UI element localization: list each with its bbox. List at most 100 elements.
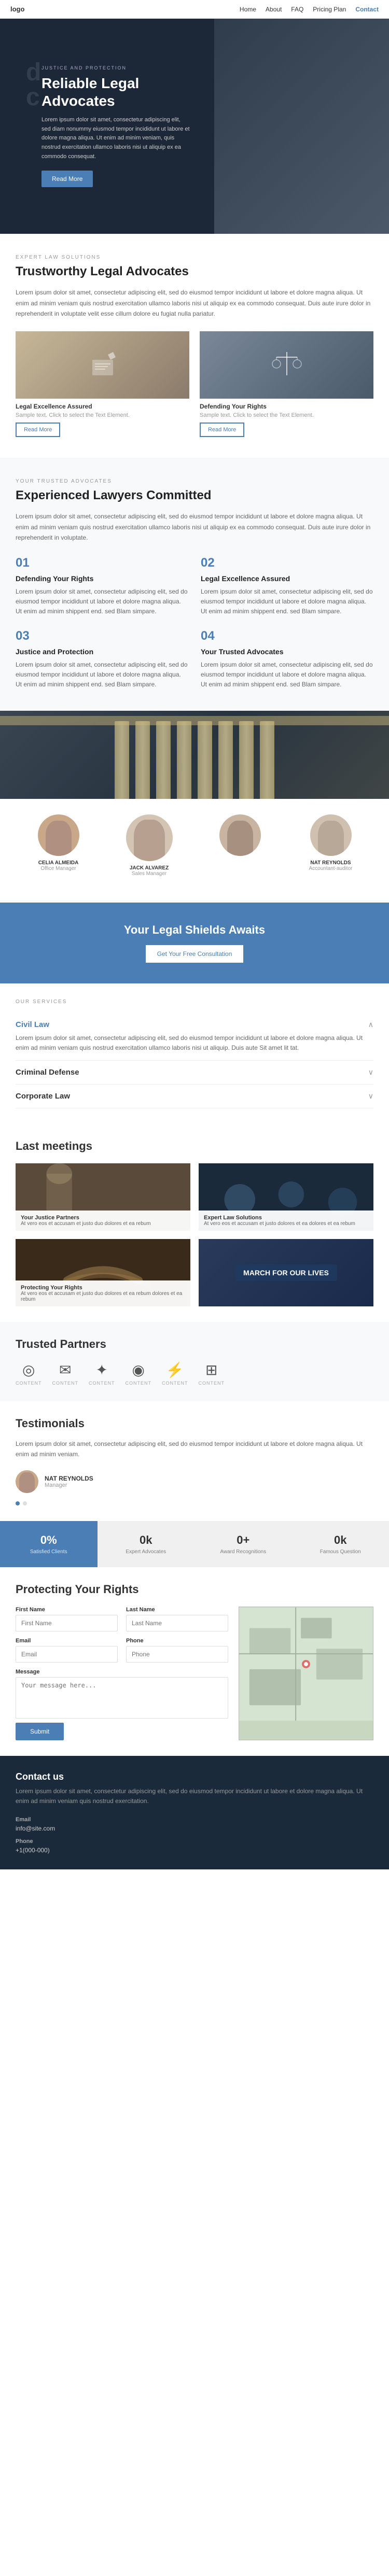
team-member-0-name: CELIA ALMEIDA <box>18 860 99 866</box>
service-corporate-law-header[interactable]: Corporate Law ∨ <box>16 1092 373 1101</box>
testimonial-avatar <box>16 1470 38 1493</box>
service-criminal-defense-name: Criminal Defense <box>16 1068 79 1077</box>
partner-label-4: CONTENT <box>162 1381 188 1386</box>
dot-1[interactable] <box>23 1501 27 1505</box>
stat-num-0: 0% <box>5 1533 92 1547</box>
dot-0[interactable] <box>16 1501 20 1505</box>
partner-logo-2: ✦ CONTENT <box>89 1361 115 1386</box>
contact-title: Contact us <box>16 1771 373 1782</box>
partners-section: Trusted Partners ◎ CONTENT ✉ CONTENT ✦ C… <box>0 1322 389 1401</box>
shield-title: Your Legal Shields Awaits <box>16 923 373 937</box>
experienced-label: YOUR TRUSTED ADVOCATES <box>16 478 373 484</box>
contact-phone-val: +1(000-000) <box>16 1847 373 1854</box>
stat-label-1: Expert Advocates <box>103 1549 190 1555</box>
testimonial-dots <box>16 1501 373 1505</box>
meeting-card-2-title: Protecting Your Rights <box>21 1285 185 1291</box>
nav-pricing[interactable]: Pricing Plan <box>313 6 346 13</box>
partner-icon-1: ✉ <box>59 1361 71 1378</box>
lawyer-desc-0: Lorem ipsum dolor sit amet, consectetur … <box>16 587 188 617</box>
form-group-message: Message <box>16 1669 228 1719</box>
nav-contact[interactable]: Contact <box>355 6 379 13</box>
lawyers-grid: 01 Defending Your Rights Lorem ipsum dol… <box>16 556 373 690</box>
stats-section: 0% Satisfied Clients 0k Expert Advocates… <box>0 1521 389 1567</box>
trustworthy-section: EXPERT LAW SOLUTIONS Trustworthy Legal A… <box>0 234 389 458</box>
trust-card-1-cta[interactable]: Read More <box>16 423 60 437</box>
partner-icon-3: ◉ <box>132 1361 145 1378</box>
hero-cta-button[interactable]: Read More <box>41 171 93 187</box>
meeting-img-3: MARCH FOR OUR LIVES <box>199 1239 373 1306</box>
avatar-3 <box>310 814 352 856</box>
submit-button[interactable]: Submit <box>16 1723 64 1740</box>
trust-card-2-cta[interactable]: Read More <box>200 423 244 437</box>
stat-num-3: 0k <box>297 1533 384 1547</box>
meeting-card-1: Expert Law Solutions At vero eos et accu… <box>199 1163 373 1231</box>
trust-card-2-sample: Sample text. Click to select the Text El… <box>200 412 373 418</box>
shield-cta-button[interactable]: Get Your Free Consultation <box>146 945 244 963</box>
scales-icon <box>271 349 302 381</box>
lawyer-item-1: 02 Legal Excellence Assured Lorem ipsum … <box>201 556 373 617</box>
firstname-input[interactable] <box>16 1615 118 1631</box>
trust-card-1-sample: Sample text. Click to select the Text El… <box>16 412 189 418</box>
lawyer-title-3: Your Trusted Advocates <box>201 647 373 656</box>
pillar-6 <box>218 721 233 799</box>
trust-cards: Legal Excellence Assured Sample text. Cl… <box>16 331 373 437</box>
navigation: logo Home About FAQ Pricing Plan Contact <box>0 0 389 19</box>
lawyer-num-0: 01 <box>16 556 188 570</box>
message-textarea[interactable] <box>16 1677 228 1719</box>
experienced-desc: Lorem ipsum dolor sit amet, consectetur … <box>16 511 373 543</box>
phone-label: Phone <box>126 1638 228 1644</box>
stat-num-2: 0+ <box>200 1533 287 1547</box>
meetings-grid: Your Justice Partners At vero eos et acc… <box>16 1163 373 1306</box>
phone-input[interactable] <box>126 1646 228 1663</box>
team-member-0: CELIA ALMEIDA Office Manager <box>16 809 101 882</box>
meetings-section: Last meetings Your Justice Partners At v… <box>0 1124 389 1322</box>
lawyer-desc-3: Lorem ipsum dolor sit amet, consectetur … <box>201 660 373 690</box>
service-corporate-law: Corporate Law ∨ <box>16 1085 373 1108</box>
pillar-4 <box>177 721 191 799</box>
team-section: CELIA ALMEIDA Office Manager JACK ALVARE… <box>0 799 389 903</box>
partners-title: Trusted Partners <box>16 1338 373 1351</box>
lawyer-item-2: 03 Justice and Protection Lorem ipsum do… <box>16 629 188 690</box>
lawyer-item-0: 01 Defending Your Rights Lorem ipsum dol… <box>16 556 188 617</box>
lawyer-num-2: 03 <box>16 629 188 643</box>
pillar-1 <box>115 721 129 799</box>
meeting-overlay-1: Expert Law Solutions At vero eos et accu… <box>199 1210 373 1231</box>
stat-0: 0% Satisfied Clients <box>0 1521 98 1567</box>
nav-faq[interactable]: FAQ <box>291 6 303 13</box>
trust-card-2: Defending Your Rights Sample text. Click… <box>200 331 373 437</box>
avatar-0 <box>38 814 79 856</box>
trust-card-img-1 <box>16 331 189 399</box>
nav-logo: logo <box>10 5 24 13</box>
hero-section: JUSTICE AND PROTECTION dc Reliable Legal… <box>0 19 389 234</box>
trust-card-1-label: Legal Excellence Assured <box>16 403 189 410</box>
partner-logo-0: ◎ CONTENT <box>16 1361 42 1386</box>
partner-label-3: CONTENT <box>126 1381 152 1386</box>
service-criminal-defense-header[interactable]: Criminal Defense ∨ <box>16 1068 373 1077</box>
map-placeholder <box>239 1607 373 1740</box>
form-group-lastname: Last Name <box>126 1607 228 1631</box>
meeting-card-3: MARCH FOR OUR LIVES <box>199 1239 373 1306</box>
pillar-5 <box>198 721 212 799</box>
avatar-1 <box>126 814 173 861</box>
nav-about[interactable]: About <box>266 6 282 13</box>
corporate-law-chevron-icon: ∨ <box>368 1092 373 1101</box>
testimonial-author-name: NAT REYNOLDS <box>45 1475 93 1482</box>
firstname-label: First Name <box>16 1607 118 1613</box>
nav-home[interactable]: Home <box>240 6 256 13</box>
stat-label-3: Famous Question <box>297 1549 384 1555</box>
service-civil-law: Civil Law ∧ Lorem ipsum dolor sit amet, … <box>16 1013 373 1061</box>
meeting-card-1-title: Expert Law Solutions <box>204 1215 368 1221</box>
team-member-1: JACK ALVAREZ Sales Manager <box>106 809 192 882</box>
meeting-card-0-title: Your Justice Partners <box>21 1215 185 1221</box>
lawyer-title-0: Defending Your Rights <box>16 574 188 583</box>
stat-label-2: Award Recognitions <box>200 1549 287 1555</box>
lawyer-item-3: 04 Your Trusted Advocates Lorem ipsum do… <box>201 629 373 690</box>
email-input[interactable] <box>16 1646 118 1663</box>
lawyer-title-1: Legal Excellence Assured <box>201 574 373 583</box>
experienced-section: YOUR TRUSTED ADVOCATES Experienced Lawye… <box>0 458 389 710</box>
meeting-card-3-title-overlay: MARCH FOR OUR LIVES <box>235 1264 337 1281</box>
lastname-input[interactable] <box>126 1615 228 1631</box>
team-member-0-role: Office Manager <box>18 866 99 871</box>
service-civil-law-header[interactable]: Civil Law ∧ <box>16 1020 373 1029</box>
partners-logos: ◎ CONTENT ✉ CONTENT ✦ CONTENT ◉ CONTENT … <box>16 1361 373 1386</box>
